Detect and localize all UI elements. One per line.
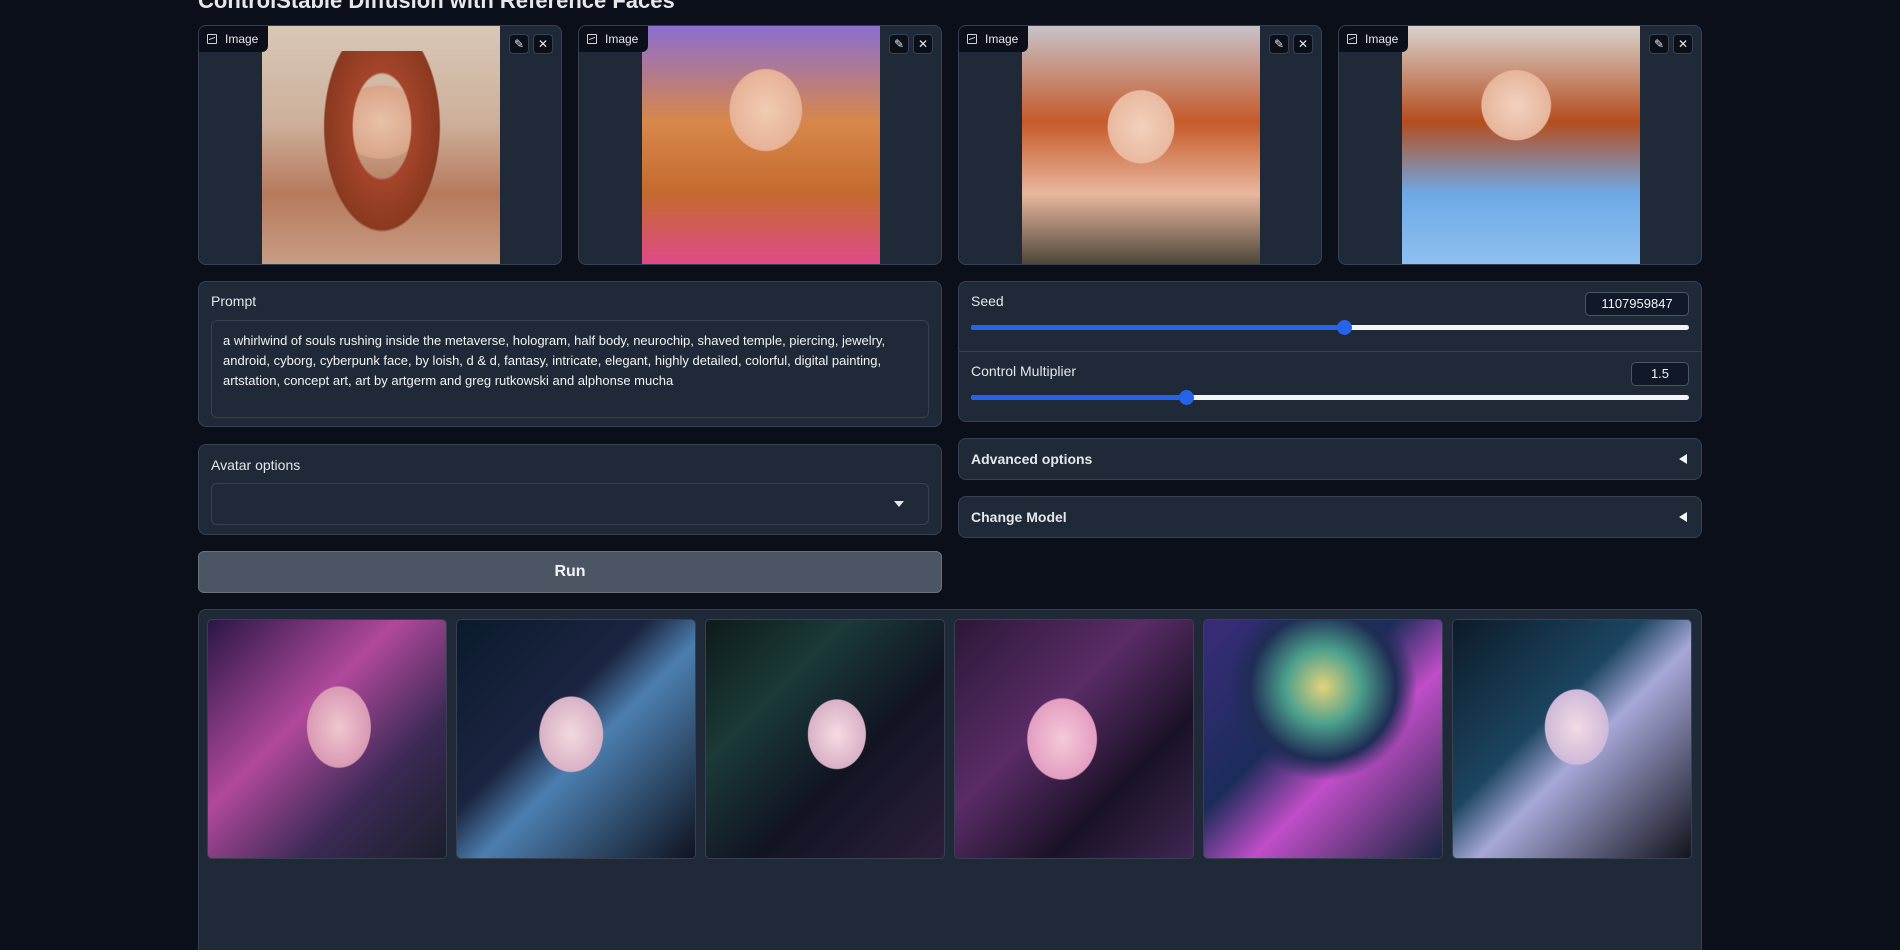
control-multiplier-slider-fill [971, 395, 1187, 400]
image-label: Image [1339, 26, 1409, 52]
caret-left-icon [1679, 512, 1687, 522]
advanced-options-accordion[interactable]: Advanced options [958, 438, 1702, 480]
control-multiplier-input[interactable]: 1.5 [1631, 362, 1689, 386]
reference-photo [1022, 26, 1260, 264]
gallery-image[interactable] [705, 619, 945, 859]
run-button[interactable]: Run [198, 551, 942, 593]
chevron-down-icon [894, 501, 904, 507]
avatar-options-dropdown[interactable] [211, 483, 929, 525]
reference-photo [1402, 26, 1640, 264]
reference-image-2[interactable]: Image ✎ ✕ [578, 25, 942, 265]
avatar-options-panel: Avatar options [198, 444, 942, 535]
image-icon [207, 34, 217, 44]
change-model-label: Change Model [971, 509, 1067, 525]
prompt-panel: Prompt a whirlwind of souls rushing insi… [198, 281, 942, 427]
control-multiplier-label: Control Multiplier [971, 363, 1077, 379]
prompt-label: Prompt [211, 293, 257, 309]
edit-icon[interactable]: ✎ [509, 34, 529, 54]
prompt-textarea[interactable]: a whirlwind of souls rushing inside the … [211, 320, 929, 418]
gallery-image[interactable] [456, 619, 696, 859]
close-icon[interactable]: ✕ [913, 34, 933, 54]
advanced-options-label: Advanced options [971, 451, 1093, 467]
change-model-accordion[interactable]: Change Model [958, 496, 1702, 538]
page-title: ControlStable Diffusion with Reference F… [198, 0, 675, 13]
seed-slider-fill [971, 325, 1345, 330]
reference-image-3[interactable]: Image ✎ ✕ [958, 25, 1322, 265]
seed-slider-handle[interactable] [1337, 320, 1353, 335]
reference-image-4[interactable]: Image ✎ ✕ [1338, 25, 1702, 265]
divider [959, 351, 1701, 352]
edit-icon[interactable]: ✎ [889, 34, 909, 54]
control-multiplier-slider-handle[interactable] [1179, 390, 1195, 405]
image-label: Image [579, 26, 649, 52]
control-multiplier-slider[interactable] [971, 390, 1689, 405]
sliders-panel: Seed 1107959847 Control Multiplier 1.5 [958, 281, 1702, 422]
edit-icon[interactable]: ✎ [1269, 34, 1289, 54]
close-icon[interactable]: ✕ [1293, 34, 1313, 54]
avatar-options-label: Avatar options [211, 457, 301, 473]
seed-slider[interactable] [971, 320, 1689, 335]
close-icon[interactable]: ✕ [1673, 34, 1693, 54]
seed-input[interactable]: 1107959847 [1585, 292, 1689, 316]
reference-photo [262, 26, 500, 264]
image-icon [1347, 34, 1357, 44]
image-icon [587, 34, 597, 44]
seed-label: Seed [971, 293, 1004, 309]
gallery-image[interactable] [1203, 619, 1443, 859]
reference-photo [642, 26, 880, 264]
gallery-image[interactable] [954, 619, 1194, 859]
gallery-image[interactable] [1452, 619, 1692, 859]
gallery-image[interactable] [207, 619, 447, 859]
image-label: Image [959, 26, 1029, 52]
close-icon[interactable]: ✕ [533, 34, 553, 54]
output-gallery [198, 609, 1702, 950]
reference-image-1[interactable]: Image ✎ ✕ [198, 25, 562, 265]
edit-icon[interactable]: ✎ [1649, 34, 1669, 54]
image-label: Image [199, 26, 269, 52]
image-icon [967, 34, 977, 44]
caret-left-icon [1679, 454, 1687, 464]
